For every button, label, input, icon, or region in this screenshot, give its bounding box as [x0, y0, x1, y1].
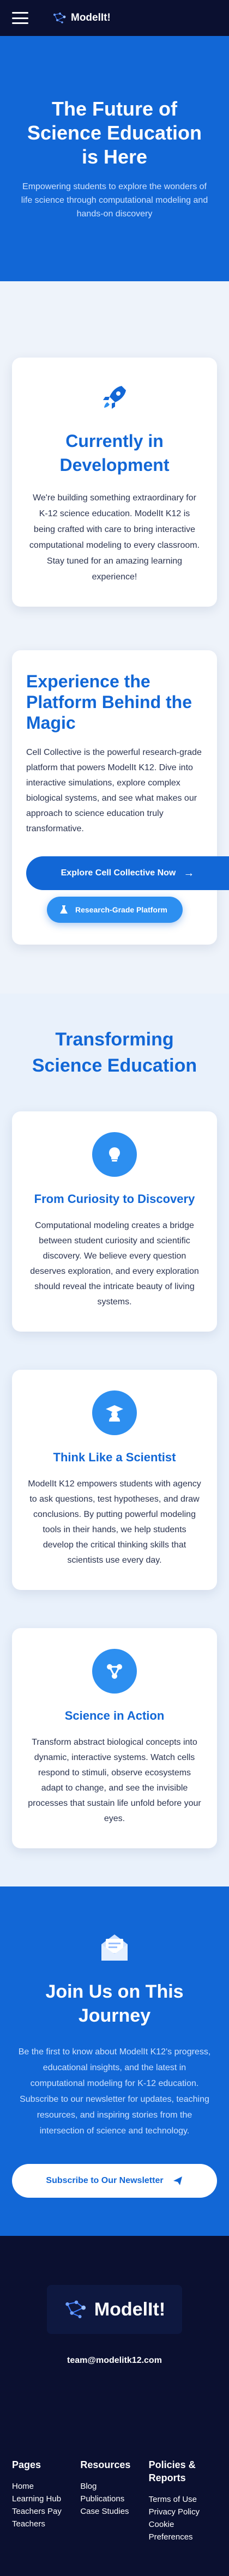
footer-link[interactable]: Home	[12, 2480, 80, 2493]
hero-title: The Future of Science Education is Here	[27, 97, 202, 168]
footer-column-resources: Resources Blog Publications Case Studies	[80, 2458, 148, 2543]
footer-logo-text: ModelIt!	[94, 2299, 166, 2320]
brand-name: ModelIt!	[71, 12, 111, 23]
hero-section: The Future of Science Education is Here …	[0, 36, 229, 281]
arrow-right-icon: →	[183, 867, 195, 879]
send-icon	[173, 2176, 182, 2185]
feature-card: From Curiosity to Discovery Computationa…	[12, 1111, 217, 1332]
footer-link[interactable]: Cookie Preferences	[149, 2518, 217, 2543]
explore-button-label: Explore Cell Collective Now	[61, 868, 176, 878]
hamburger-icon[interactable]	[12, 12, 28, 24]
envelope-icon	[101, 1934, 128, 1961]
footer-link[interactable]: Terms of Use	[149, 2493, 217, 2506]
network-icon	[92, 1649, 137, 1694]
feature-body: ModelIt K12 empowers students with agenc…	[28, 1479, 201, 1565]
feature-body: Computational modeling creates a bridge …	[30, 1221, 199, 1307]
feature-body: Transform abstract biological concepts i…	[28, 1738, 201, 1823]
logo-mark-icon	[53, 13, 66, 23]
development-title: Currently in Development	[59, 431, 170, 475]
explore-cell-collective-button[interactable]: Explore Cell Collective Now →	[26, 856, 229, 890]
subscribe-button-label: Subscribe to Our Newsletter	[46, 2176, 164, 2185]
footer-column-heading: Pages	[12, 2459, 41, 2470]
platform-card: Experience the Platform Behind the Magic…	[12, 650, 229, 945]
footer-column-heading: Resources	[80, 2459, 131, 2470]
newsletter-title: Join Us on This Journey	[45, 1981, 184, 2026]
footer: ModelIt! team@modelitk12.com Pages Home …	[0, 2236, 229, 2576]
research-grade-badge: Research-Grade Platform	[47, 897, 183, 923]
footer-link[interactable]: Teachers Pay Teachers	[12, 2505, 80, 2530]
top-navbar: ModelIt!	[0, 0, 229, 36]
newsletter-section: Join Us on This Journey Be the first to …	[0, 1886, 229, 2236]
footer-column-heading: Policies & Reports	[148, 2459, 196, 2483]
transforming-title: Transforming Science Education	[32, 1029, 197, 1076]
footer-link[interactable]: Learning Hub	[12, 2493, 80, 2505]
feature-card: Science in Action Transform abstract bio…	[12, 1628, 217, 1848]
feature-title: Think Like a Scientist	[53, 1450, 176, 1464]
platform-title: Experience the Platform Behind the Magic	[26, 672, 192, 733]
footer-email-link[interactable]: team@modelitk12.com	[12, 2356, 217, 2366]
transforming-section: Transforming Science Education From Curi…	[0, 994, 229, 1886]
graduate-icon	[92, 1390, 137, 1435]
flask-icon	[60, 905, 68, 914]
hero-subtitle: Empowering students to explore the wonde…	[21, 182, 208, 219]
development-card: Currently in Development We're building …	[12, 358, 217, 607]
feature-title: From Curiosity to Discovery	[34, 1192, 195, 1206]
footer-link[interactable]: Privacy Policy	[149, 2506, 217, 2518]
footer-column-pages: Pages Home Learning Hub Teachers Pay Tea…	[12, 2458, 80, 2543]
footer-link[interactable]: Publications	[80, 2493, 148, 2505]
newsletter-body: Be the first to know about ModelIt K12's…	[18, 2047, 211, 2136]
footer-link[interactable]: Case Studies	[80, 2505, 148, 2518]
footer-column-policies: Policies & Reports Terms of Use Privacy …	[149, 2458, 217, 2543]
footer-link[interactable]: Blog	[80, 2480, 148, 2493]
content-area: Currently in Development We're building …	[0, 281, 229, 1886]
footer-logo[interactable]: ModelIt!	[47, 2285, 182, 2334]
feature-card: Think Like a Scientist ModelIt K12 empow…	[12, 1370, 217, 1590]
logo-mark-icon	[65, 2300, 86, 2319]
brand-logo[interactable]: ModelIt!	[52, 11, 111, 25]
lightbulb-icon	[92, 1132, 137, 1177]
platform-body: Cell Collective is the powerful research…	[26, 748, 202, 833]
development-body: We're building something extraordinary f…	[29, 493, 200, 582]
feature-title: Science in Action	[64, 1709, 165, 1722]
footer-links: Pages Home Learning Hub Teachers Pay Tea…	[12, 2458, 217, 2543]
badge-label: Research-Grade Platform	[75, 905, 167, 914]
rocket-icon	[103, 386, 126, 409]
